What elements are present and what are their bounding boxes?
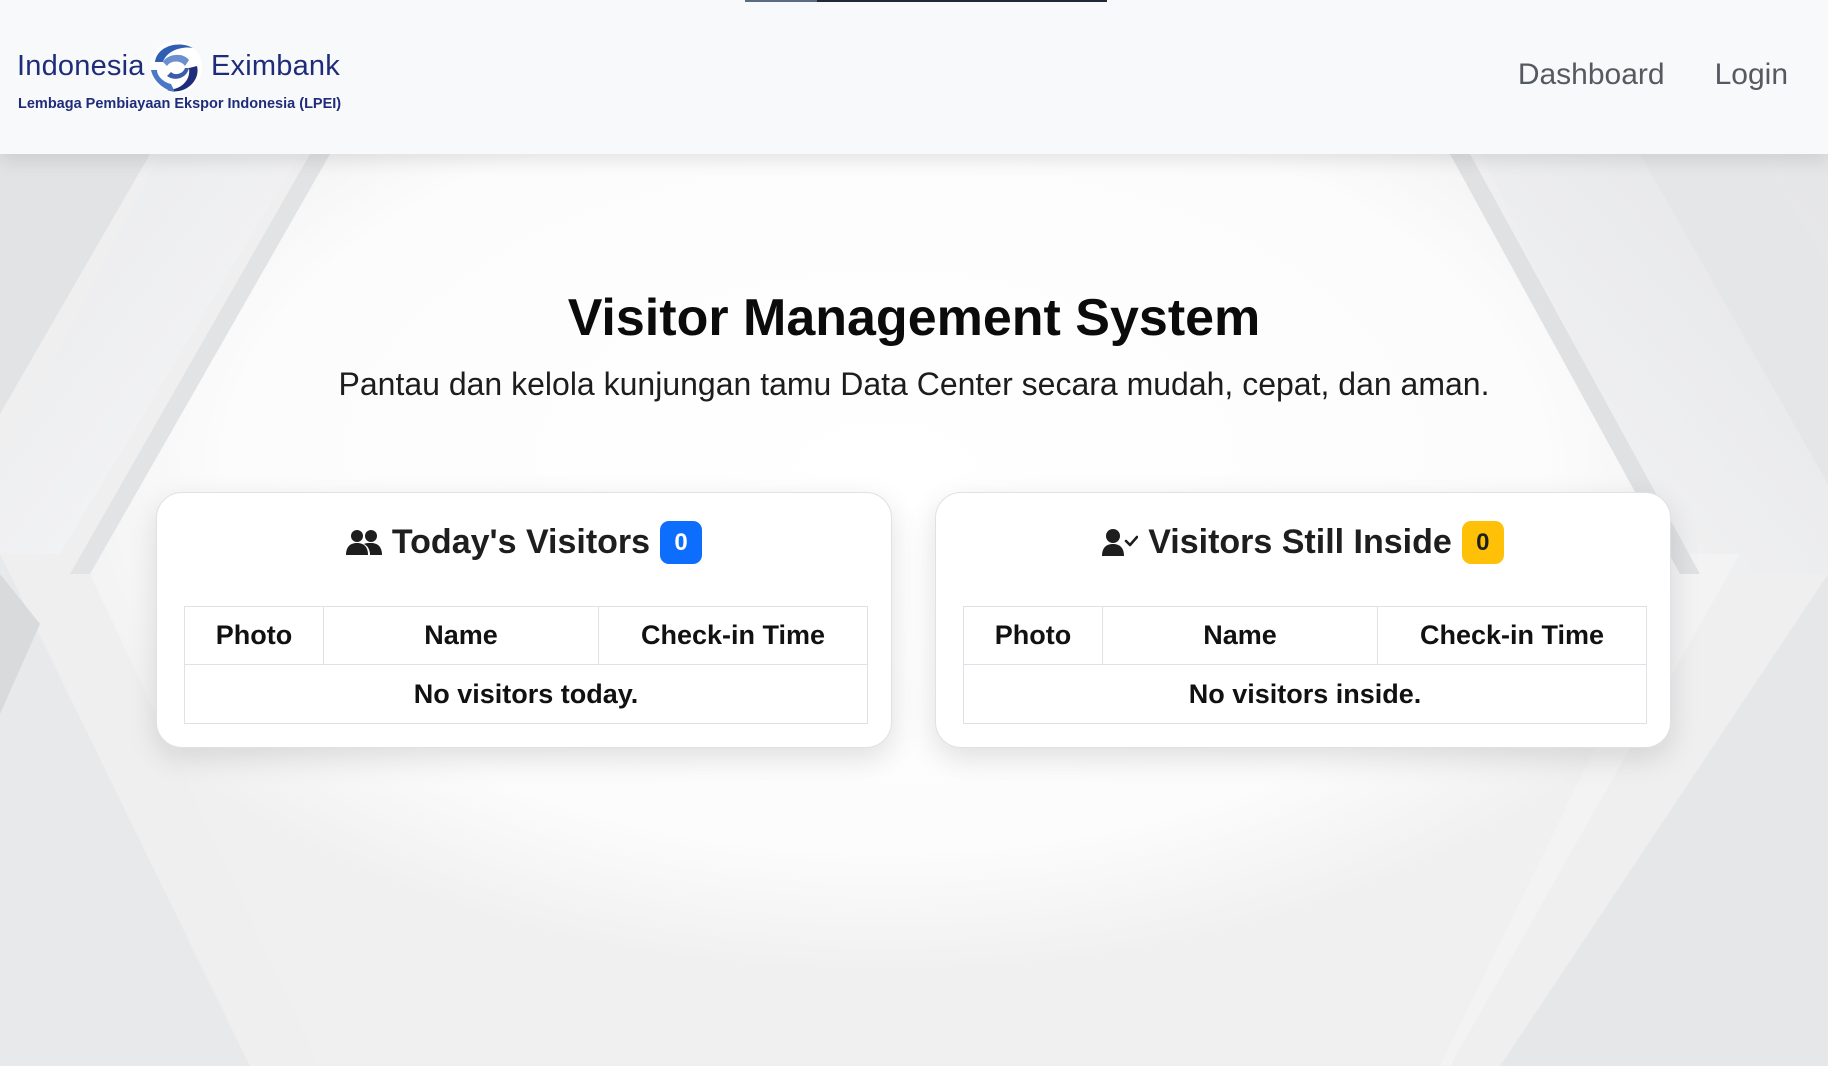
- nav-link-dashboard[interactable]: Dashboard: [1518, 58, 1665, 92]
- page-loading-bar-segment: [745, 0, 817, 2]
- todays-visitors-card: Today's Visitors 0 Photo Name Check-in T…: [156, 492, 892, 748]
- visitors-inside-table: Photo Name Check-in Time No visitors ins…: [963, 606, 1647, 724]
- column-header-photo: Photo: [963, 606, 1103, 665]
- page-title: Visitor Management System: [567, 289, 1261, 347]
- todays-visitors-count-badge: 0: [660, 521, 703, 564]
- todays-visitors-title: Today's Visitors: [391, 523, 651, 561]
- visitors-inside-count-badge: 0: [1461, 521, 1504, 564]
- page: Indonesia Eximbank Lembaga Pembiayaan Ek…: [0, 0, 1828, 1066]
- brand-logo-link[interactable]: Indonesia Eximbank Lembaga Pembiayaan Ek…: [17, 36, 347, 116]
- column-header-photo: Photo: [184, 606, 324, 665]
- column-header-name: Name: [1102, 606, 1378, 665]
- brand-name-right: Eximbank: [211, 50, 340, 82]
- empty-message: No visitors inside.: [963, 664, 1647, 724]
- todays-visitors-table: Photo Name Check-in Time No visitors tod…: [184, 606, 868, 724]
- empty-message: No visitors today.: [184, 664, 868, 724]
- user-check-icon: [1102, 528, 1139, 557]
- eximbank-swirl-logo-icon: [150, 41, 202, 93]
- nav-links: Dashboard Login: [1518, 58, 1788, 92]
- brand-name-row: Indonesia Eximbank: [17, 36, 347, 98]
- users-icon: [345, 529, 382, 557]
- table-header-row: Photo Name Check-in Time: [184, 606, 868, 665]
- visitors-inside-card: Visitors Still Inside 0 Photo Name Check…: [935, 492, 1671, 748]
- table-row: No visitors today.: [184, 664, 868, 724]
- column-header-check-in-time: Check-in Time: [598, 606, 868, 665]
- visitors-inside-title: Visitors Still Inside: [1148, 523, 1452, 561]
- top-navbar: Indonesia Eximbank Lembaga Pembiayaan Ek…: [0, 0, 1828, 154]
- visitors-inside-header: Visitors Still Inside 0: [936, 521, 1670, 564]
- nav-link-login[interactable]: Login: [1715, 58, 1788, 92]
- table-header-row: Photo Name Check-in Time: [963, 606, 1647, 665]
- column-header-name: Name: [323, 606, 599, 665]
- brand-subtitle: Lembaga Pembiayaan Ekspor Indonesia (LPE…: [18, 96, 342, 112]
- page-loading-bar: [745, 0, 1107, 2]
- table-row: No visitors inside.: [963, 664, 1647, 724]
- column-header-check-in-time: Check-in Time: [1377, 606, 1647, 665]
- todays-visitors-header: Today's Visitors 0: [157, 521, 891, 564]
- brand-name-left: Indonesia: [17, 50, 145, 82]
- page-subtitle: Pantau dan kelola kunjungan tamu Data Ce…: [338, 366, 1490, 402]
